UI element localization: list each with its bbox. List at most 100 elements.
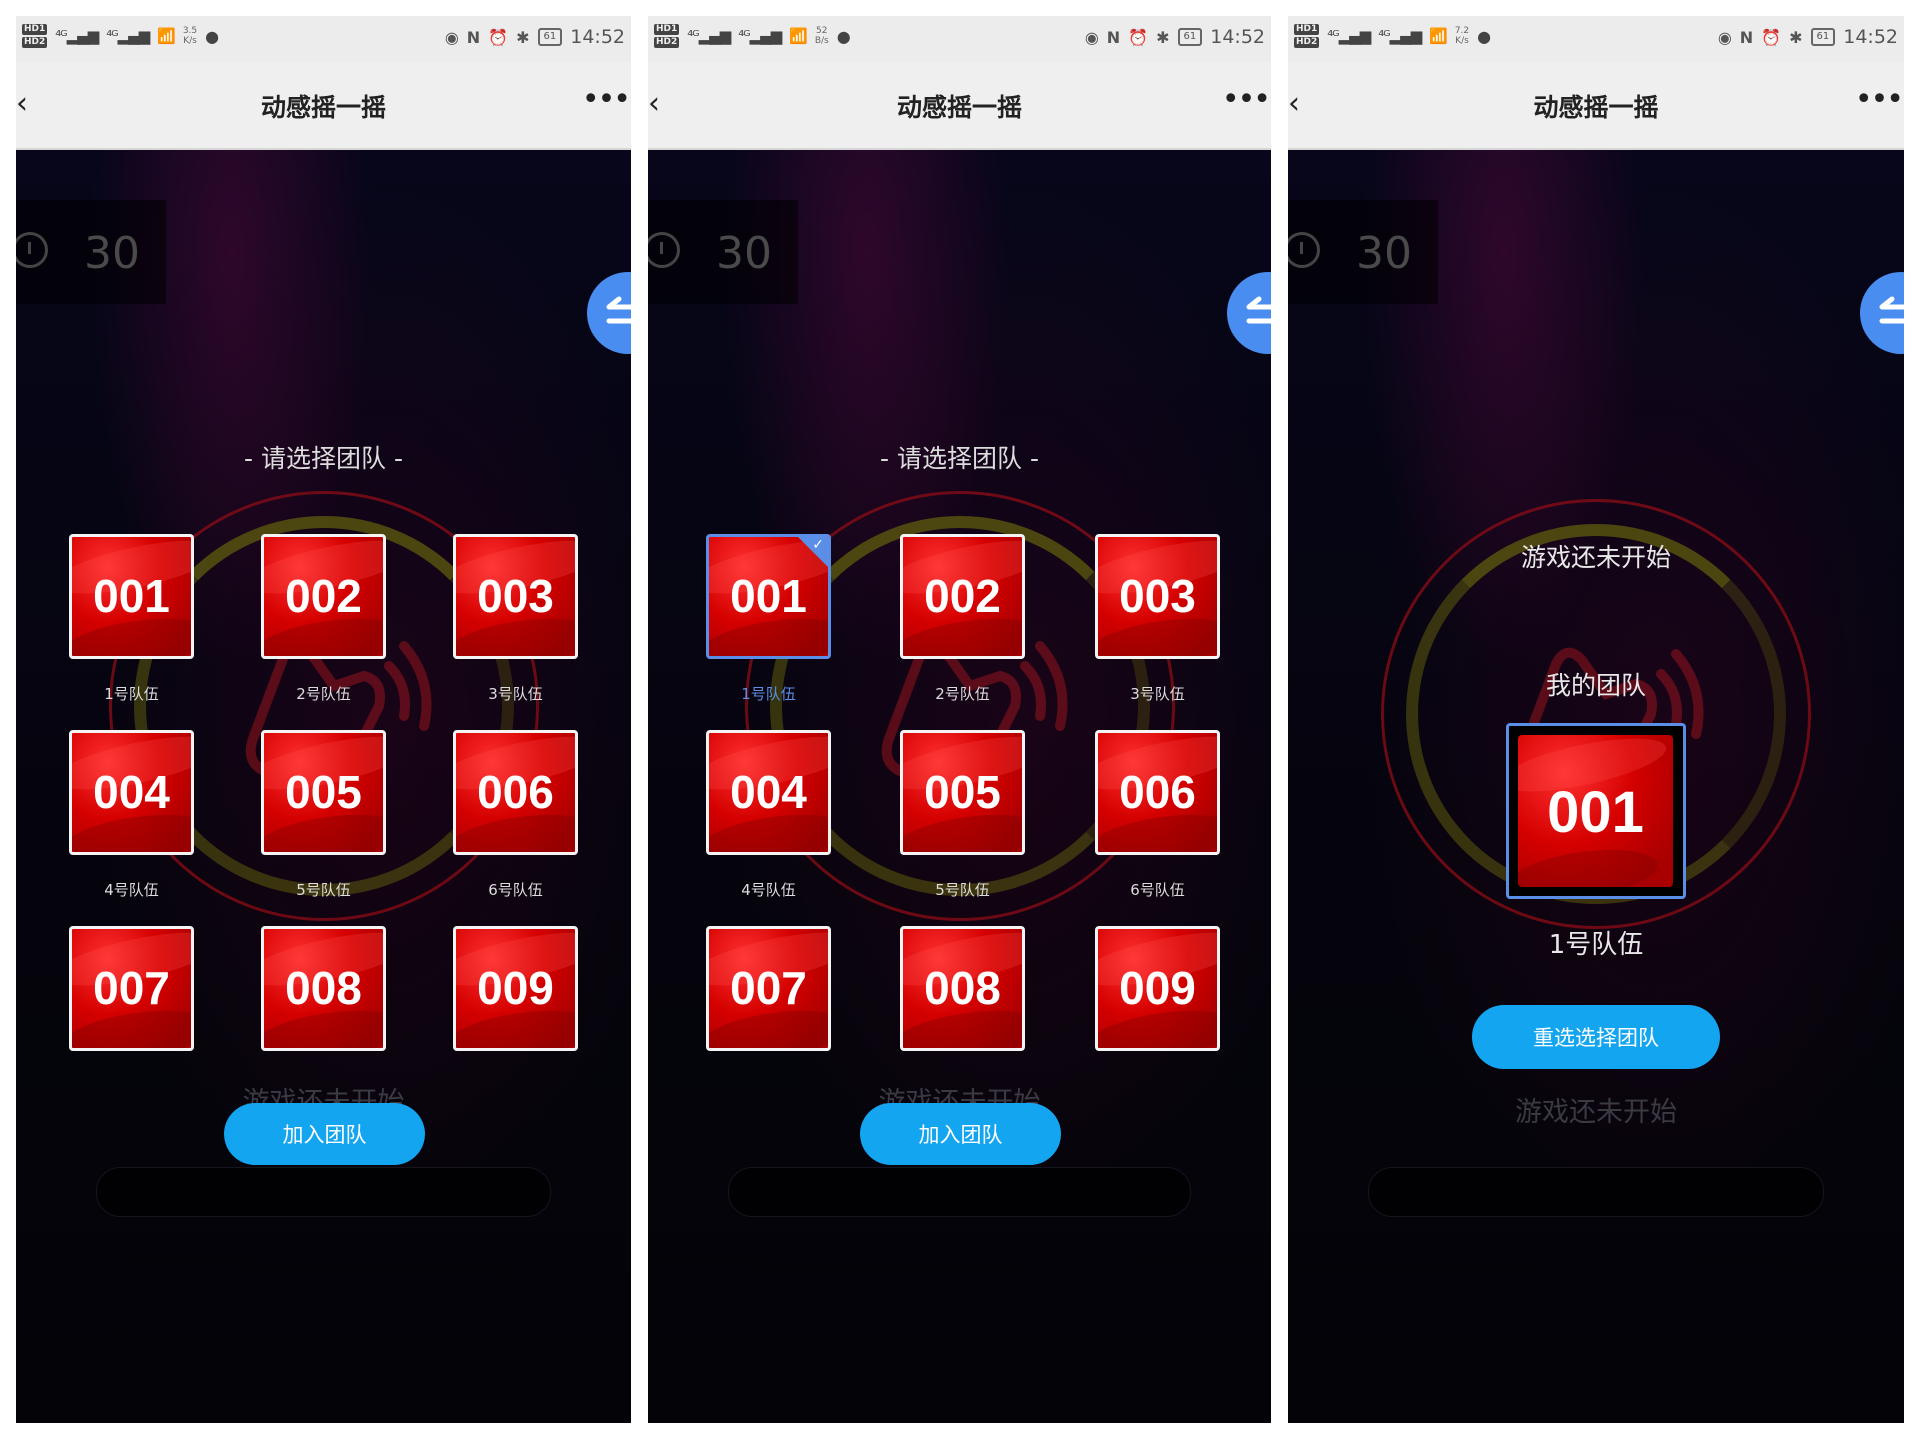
phone-screen-select-team: HD1 HD2 ⁴ᴳ▂▄▆ ⁴ᴳ▂▄▆ 📶 3.5 K/s ● ◉ N ⏰ ✱ 61… xyxy=(16,16,631,1423)
team-tile[interactable]: 001 xyxy=(69,534,194,659)
switch-mode-button[interactable] xyxy=(1860,272,1904,354)
more-dots-icon[interactable]: ••• xyxy=(582,80,631,120)
swap-arrows-icon xyxy=(1879,296,1904,324)
bluetooth-icon: ✱ xyxy=(1789,27,1803,47)
team-tile[interactable]: 004 xyxy=(69,730,194,855)
wifi-icon: 📶 xyxy=(789,27,808,45)
join-team-button[interactable]: 加入团队 xyxy=(860,1103,1061,1165)
team-tile[interactable]: 005 xyxy=(900,730,1025,855)
team-code: 005 xyxy=(924,766,1001,818)
game-area: 30- 请选择团队 -001 ✓ 1号队伍 002 2号队伍 003 3号队伍 004 4号队伍… xyxy=(648,150,1271,1423)
team-label: 6号队伍 xyxy=(488,881,543,899)
team-label: 4号队伍 xyxy=(104,881,159,899)
team-code: 009 xyxy=(477,962,554,1014)
swap-arrow xyxy=(1879,318,1904,324)
battery-icon: 61 xyxy=(537,28,563,46)
network-speed-value: 3.5 xyxy=(182,26,198,36)
team-tile[interactable]: 009 xyxy=(1095,926,1220,1051)
team-code: 006 xyxy=(477,766,554,818)
nfc-icon: N xyxy=(1739,27,1754,47)
team-label: 1号队伍 xyxy=(741,685,796,703)
wifi-icon: 📶 xyxy=(157,27,176,45)
more-dots-icon[interactable]: ••• xyxy=(1222,80,1271,120)
network-speed-unit: B/s xyxy=(814,36,829,46)
cell-signal-icon: ⁴ᴳ▂▄▆ xyxy=(1327,27,1371,45)
team-code: 006 xyxy=(1119,766,1196,818)
countdown-timer: 30 xyxy=(1288,200,1438,304)
team-tile[interactable]: 002 xyxy=(900,534,1025,659)
team-code: 007 xyxy=(730,962,807,1014)
bottom-bar xyxy=(728,1167,1191,1217)
hd-badge-icon: HD1 HD2 xyxy=(22,24,48,48)
battery-icon: 61 xyxy=(1810,28,1836,46)
team-code: 009 xyxy=(1119,962,1196,1014)
countdown-value: 30 xyxy=(1356,228,1412,279)
team-tile[interactable]: 006 xyxy=(453,730,578,855)
team-label: 1号队伍 xyxy=(104,685,159,703)
cell-signal-icon: ⁴ᴳ▂▄▆ xyxy=(1378,27,1422,45)
status-bar: HD1 HD2 ⁴ᴳ▂▄▆ ⁴ᴳ▂▄▆ 📶 52 B/s ● ◉ N ⏰ ✱ 61 … xyxy=(648,16,1271,62)
team-tile[interactable]: 004 xyxy=(706,730,831,855)
team-tile[interactable]: 003 xyxy=(1095,534,1220,659)
clock-time: 14:52 xyxy=(570,26,625,48)
bottom-bar xyxy=(1368,1167,1824,1217)
alarm-icon: ⏰ xyxy=(1761,27,1782,47)
phone-screen-my-team: HD1 HD2 ⁴ᴳ▂▄▆ ⁴ᴳ▂▄▆ 📶 7.2 K/s ● ◉ N ⏰ ✱ 61… xyxy=(1288,16,1904,1423)
team-tile[interactable]: 003 xyxy=(453,534,578,659)
cell-signal-icon: ⁴ᴳ▂▄▆ xyxy=(687,27,731,45)
network-speed-unit: K/s xyxy=(1455,36,1469,46)
game-area: 30- 请选择团队 -001 1号队伍 002 2号队伍 003 3号队伍 004 4号队伍 0… xyxy=(16,150,631,1423)
nfc-icon: N xyxy=(1106,27,1121,47)
nav-bar: ‹ 动感摇一摇 ••• xyxy=(16,62,631,150)
team-tile[interactable]: 008 xyxy=(261,926,386,1051)
my-team-tile: 001 xyxy=(1518,735,1673,887)
team-code: 002 xyxy=(285,570,362,622)
wechat-icon: ● xyxy=(1477,26,1492,46)
team-tile[interactable]: 005 xyxy=(261,730,386,855)
reselect-team-button[interactable]: 重选选择团队 xyxy=(1472,1005,1720,1069)
team-label: 5号队伍 xyxy=(935,881,990,899)
team-tile[interactable]: 007 xyxy=(69,926,194,1051)
team-code: 003 xyxy=(1119,570,1196,622)
game-area: 30 游戏还未开始 我的团队 001 1号队伍 重选选择团队 游戏还未开始 xyxy=(1288,150,1904,1423)
wechat-icon: ● xyxy=(205,26,220,46)
team-tile[interactable]: 001 ✓ xyxy=(706,534,831,659)
alarm-icon: ⏰ xyxy=(1128,27,1149,47)
wechat-icon: ● xyxy=(836,26,851,46)
team-code: 001 xyxy=(730,570,807,622)
alarm-clock-icon xyxy=(1288,232,1320,268)
team-label: 2号队伍 xyxy=(296,685,351,703)
alarm-icon: ⏰ xyxy=(488,27,509,47)
join-team-button[interactable]: 加入团队 xyxy=(224,1103,425,1165)
cell-signal-icon: ⁴ᴳ▂▄▆ xyxy=(55,27,99,45)
team-code: 008 xyxy=(924,962,1001,1014)
bluetooth-icon: ✱ xyxy=(516,27,530,47)
team-tile[interactable]: 006 xyxy=(1095,730,1220,855)
nav-bar: ‹ 动感摇一摇 ••• xyxy=(648,62,1271,150)
my-team-frame: 001 xyxy=(1506,723,1686,899)
eye-icon: ◉ xyxy=(1717,27,1732,47)
clock-time: 14:52 xyxy=(1210,26,1265,48)
status-bar: HD1 HD2 ⁴ᴳ▂▄▆ ⁴ᴳ▂▄▆ 📶 7.2 K/s ● ◉ N ⏰ ✱ 61… xyxy=(1288,16,1904,62)
team-tile[interactable]: 007 xyxy=(706,926,831,1051)
team-label: 3号队伍 xyxy=(488,685,543,703)
more-dots-icon[interactable]: ••• xyxy=(1855,80,1904,120)
network-speed: 52 B/s xyxy=(815,26,829,46)
team-tile[interactable]: 008 xyxy=(900,926,1025,1051)
team-grid: 001 ✓ 1号队伍 002 2号队伍 003 3号队伍 004 4号队伍 005 5号队伍 006 6… xyxy=(648,150,1271,1070)
eye-icon: ◉ xyxy=(1084,27,1099,47)
team-tile[interactable]: 009 xyxy=(453,926,578,1051)
team-code: 001 xyxy=(1547,780,1644,845)
team-tile[interactable]: 002 xyxy=(261,534,386,659)
team-code: 003 xyxy=(477,570,554,622)
wifi-icon: 📶 xyxy=(1429,27,1448,45)
battery-icon: 61 xyxy=(1177,28,1203,46)
game-status-text-faded: 游戏还未开始 xyxy=(1515,1097,1677,1128)
swap-arrow xyxy=(1879,296,1904,310)
network-speed: 3.5 K/s xyxy=(183,26,197,46)
team-label: 6号队伍 xyxy=(1130,881,1185,899)
network-speed: 7.2 K/s xyxy=(1455,26,1469,46)
status-bar: HD1 HD2 ⁴ᴳ▂▄▆ ⁴ᴳ▂▄▆ 📶 3.5 K/s ● ◉ N ⏰ ✱ 61… xyxy=(16,16,631,62)
my-team-label: 1号队伍 xyxy=(1548,930,1644,960)
team-code: 007 xyxy=(93,962,170,1014)
